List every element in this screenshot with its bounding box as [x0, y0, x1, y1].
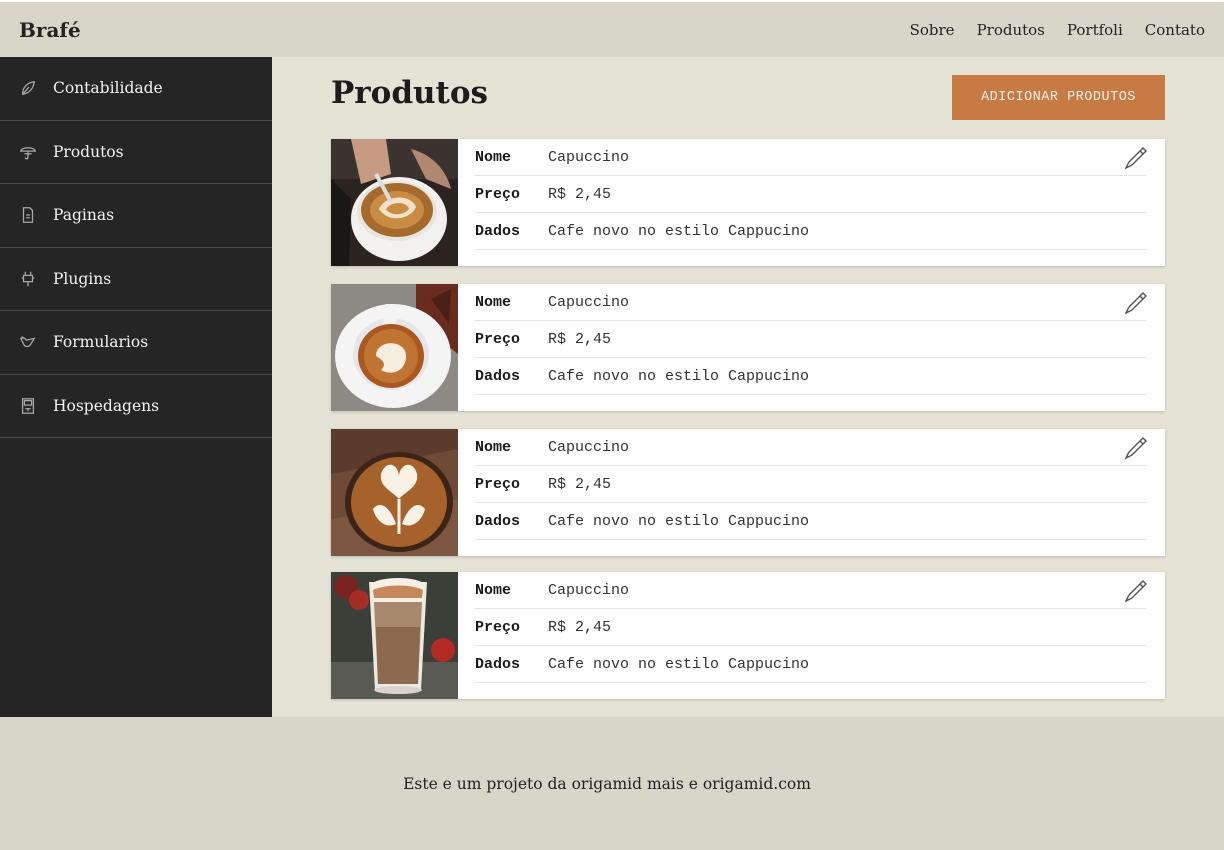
price-label: Preço — [475, 618, 521, 636]
sidebar-item-label: Paginas — [53, 206, 115, 225]
product-details: Nome Capuccino Preço R$ 2,45 Dados Cafe … — [458, 429, 1165, 556]
name-value: Capuccino — [548, 293, 630, 311]
product-data-row: Dados Cafe novo no estilo Cappucino — [475, 358, 1147, 395]
product-details: Nome Capuccino Preço R$ 2,45 Dados Cafe … — [458, 284, 1165, 411]
sidebar-item-label: Plugins — [53, 269, 112, 288]
product-card: Nome Capuccino Preço R$ 2,45 Dados Cafe … — [331, 429, 1165, 556]
name-value: Capuccino — [548, 148, 630, 166]
price-value: R$ 2,45 — [548, 475, 612, 493]
data-value: Cafe novo no estilo Cappucino — [548, 222, 810, 240]
sidebar-item-label: Hospedagens — [53, 396, 160, 415]
sidebar-item-label: Produtos — [53, 142, 124, 161]
product-name-row: Nome Capuccino — [475, 284, 1147, 321]
name-value: Capuccino — [548, 581, 630, 599]
page-title: Produtos — [331, 75, 488, 111]
sidebar-item-produtos[interactable]: Produtos — [0, 121, 272, 184]
document-icon — [18, 205, 38, 225]
product-price-row: Preço R$ 2,45 — [475, 609, 1147, 646]
product-image-latte-art — [331, 284, 458, 411]
nav-link-contato[interactable]: Contato — [1145, 21, 1205, 39]
price-value: R$ 2,45 — [548, 185, 612, 203]
price-value: R$ 2,45 — [548, 330, 612, 348]
top-nav: Sobre Produtos Portfoli Contato — [910, 21, 1205, 39]
sidebar-item-formularios[interactable]: Formularios — [0, 311, 272, 375]
data-label: Dados — [475, 367, 521, 385]
footer: Este e um projeto da origamid mais e ori… — [0, 717, 1224, 850]
product-image-latte-glass — [331, 572, 458, 699]
product-price-row: Preço R$ 2,45 — [475, 466, 1147, 503]
price-label: Preço — [475, 475, 521, 493]
product-card: Nome Capuccino Preço R$ 2,45 Dados Cafe … — [331, 139, 1165, 266]
edit-pencil-icon[interactable] — [1123, 145, 1149, 171]
product-card: Nome Capuccino Preço R$ 2,45 Dados Cafe … — [331, 284, 1165, 411]
plug-icon — [18, 269, 38, 289]
product-data-row: Dados Cafe novo no estilo Cappucino — [475, 646, 1147, 683]
sidebar-item-contabilidade[interactable]: Contabilidade — [0, 57, 272, 121]
umbrella-icon — [18, 142, 38, 162]
data-label: Dados — [475, 222, 521, 240]
data-value: Cafe novo no estilo Cappucino — [548, 655, 810, 673]
name-label: Nome — [475, 148, 512, 166]
product-details: Nome Capuccino Preço R$ 2,45 Dados Cafe … — [458, 572, 1165, 699]
nav-link-portfoli[interactable]: Portfoli — [1067, 21, 1123, 39]
main-content: Produtos ADICIONAR PRODUTOS Nome Capucci… — [272, 57, 1224, 717]
data-label: Dados — [475, 655, 521, 673]
data-label: Dados — [475, 512, 521, 530]
nav-link-sobre[interactable]: Sobre — [910, 21, 955, 39]
product-image-latte-art — [331, 429, 458, 556]
product-price-row: Preço R$ 2,45 — [475, 176, 1147, 213]
brand-logo[interactable]: Brafé — [19, 18, 81, 42]
name-value: Capuccino — [548, 438, 630, 456]
name-label: Nome — [475, 438, 512, 456]
data-value: Cafe novo no estilo Cappucino — [548, 512, 810, 530]
product-name-row: Nome Capuccino — [475, 139, 1147, 176]
nav-link-produtos[interactable]: Produtos — [977, 21, 1045, 39]
server-icon — [18, 396, 38, 416]
product-image-latte-art — [331, 139, 458, 266]
product-card: Nome Capuccino Preço R$ 2,45 Dados Cafe … — [331, 572, 1165, 699]
add-products-button[interactable]: ADICIONAR PRODUTOS — [952, 75, 1165, 120]
sidebar-item-hospedagens[interactable]: Hospedagens — [0, 375, 272, 438]
price-value: R$ 2,45 — [548, 618, 612, 636]
top-bar: Brafé Sobre Produtos Portfoli Contato — [0, 0, 1224, 57]
sidebar-item-paginas[interactable]: Paginas — [0, 184, 272, 248]
product-data-row: Dados Cafe novo no estilo Cappucino — [475, 213, 1147, 250]
price-label: Preço — [475, 185, 521, 203]
product-name-row: Nome Capuccino — [475, 429, 1147, 466]
edit-pencil-icon[interactable] — [1123, 578, 1149, 604]
product-details: Nome Capuccino Preço R$ 2,45 Dados Cafe … — [458, 139, 1165, 266]
sidebar-item-plugins[interactable]: Plugins — [0, 248, 272, 311]
product-price-row: Preço R$ 2,45 — [475, 321, 1147, 358]
name-label: Nome — [475, 293, 512, 311]
sidebar-item-label: Formularios — [53, 333, 149, 352]
edit-pencil-icon[interactable] — [1123, 290, 1149, 316]
sidebar-item-label: Contabilidade — [53, 79, 163, 98]
data-value: Cafe novo no estilo Cappucino — [548, 367, 810, 385]
footer-text: Este e um projeto da origamid mais e ori… — [403, 774, 811, 793]
product-data-row: Dados Cafe novo no estilo Cappucino — [475, 503, 1147, 540]
product-name-row: Nome Capuccino — [475, 572, 1147, 609]
name-label: Nome — [475, 581, 512, 599]
price-label: Preço — [475, 330, 521, 348]
edit-pencil-icon[interactable] — [1123, 435, 1149, 461]
sidebar: Contabilidade Produtos Paginas Plugins F… — [0, 57, 272, 717]
leaf-icon — [18, 78, 38, 98]
bird-icon — [18, 332, 38, 352]
